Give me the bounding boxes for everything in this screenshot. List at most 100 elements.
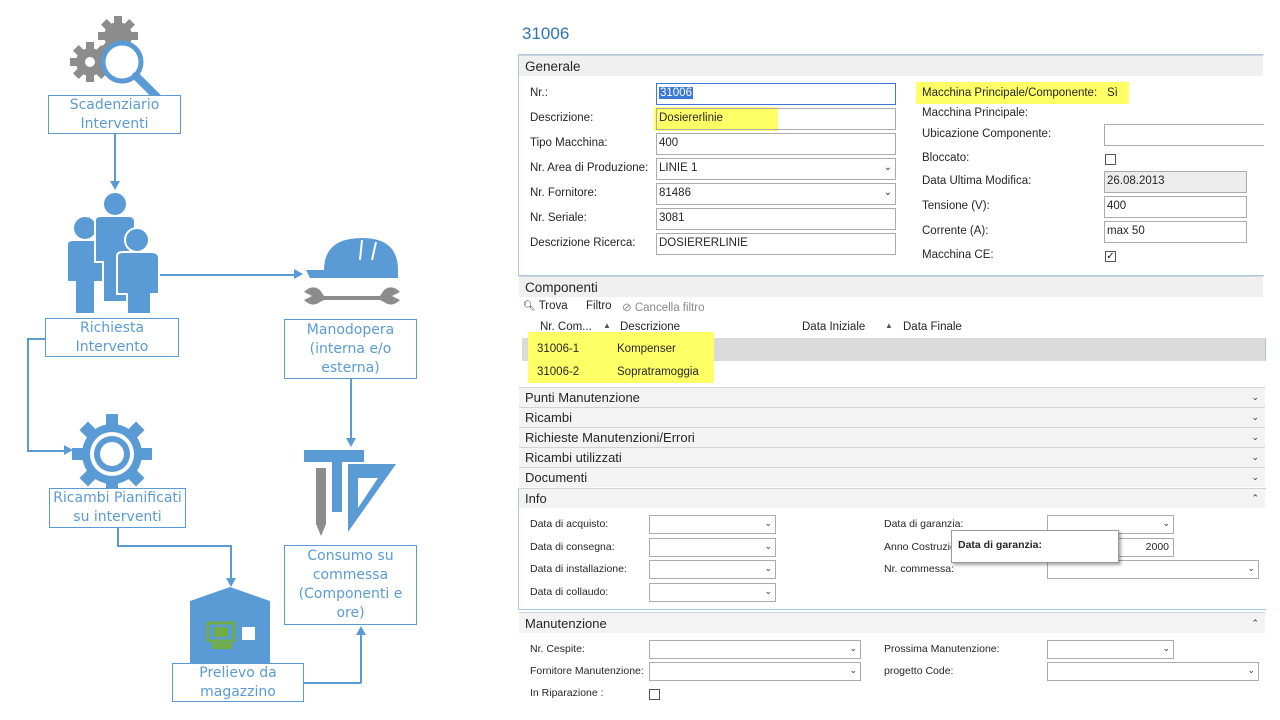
label-progetto-code: progetto Code: <box>884 665 954 677</box>
chevron-down-icon: ⌄ <box>1162 643 1170 653</box>
label-seriale: Nr. Seriale: <box>530 212 587 224</box>
corrente-field[interactable]: max 50 <box>1104 221 1247 243</box>
descrizione-ricerca-field[interactable]: DOSIERERLINIE <box>656 233 896 255</box>
row-2-desc[interactable]: Sopratramoggia <box>617 366 699 378</box>
fornitore-value: 81486 <box>659 187 691 199</box>
seriale-field[interactable]: 3081 <box>656 208 896 230</box>
section-documenti-label: Documenti <box>525 470 588 485</box>
warehouse-icon <box>190 587 270 663</box>
nr-cespite-select[interactable]: ⌄ <box>649 640 861 659</box>
hardhat-wrench-icon <box>304 238 400 305</box>
chevron-up-icon: ⌃ <box>1251 617 1259 628</box>
chevron-down-icon: ⌄ <box>764 541 772 551</box>
label-prossima-manutenzione: Prossima Manutenzione: <box>884 643 1000 655</box>
area-produzione-select[interactable]: LINIE 1 ⌄ <box>656 158 896 180</box>
label-data-collaudo: Data di collaudo: <box>530 586 609 598</box>
flow-box-prelievo: Prelievo da magazzino <box>172 663 304 702</box>
chevron-down-icon: ⌄ <box>849 665 857 675</box>
label-fornitore: Nr. Fornitore: <box>530 187 598 199</box>
label-data-consegna: Data di consegna: <box>530 541 615 553</box>
label-descrizione-ricerca: Descrizione Ricerca: <box>530 237 636 249</box>
chevron-down-icon: ⌄ <box>1251 472 1259 482</box>
label-corrente: Corrente (A): <box>922 225 989 237</box>
progetto-code-select[interactable]: ⌄ <box>1047 662 1259 681</box>
label-tensione: Tensione (V): <box>922 200 990 212</box>
prossima-manutenzione-select[interactable]: ⌄ <box>1047 640 1174 659</box>
pencil-ruler-triangle-icon <box>304 450 396 536</box>
section-manutenzione[interactable]: Manutenzione ⌃ <box>519 612 1265 633</box>
filtro-button[interactable]: Filtro <box>586 300 612 312</box>
flow-box-scadenziario: Scadenziario Interventi <box>48 95 181 134</box>
section-componenti[interactable]: Componenti <box>519 276 1263 297</box>
bloccato-checkbox[interactable] <box>1105 154 1116 165</box>
label-in-riparazione: In Riparazione : <box>530 687 604 699</box>
area-produzione-value: LINIE 1 <box>659 162 698 174</box>
section-info-label: Info <box>525 491 547 506</box>
data-collaudo-select[interactable]: ⌄ <box>649 583 776 602</box>
chevron-down-icon: ⌄ <box>1251 452 1259 462</box>
descrizione-field[interactable]: Dosiererlinie <box>656 108 896 130</box>
chevron-down-icon: ⌄ <box>883 162 892 173</box>
label-nr: Nr.: <box>530 87 548 99</box>
ultima-modifica-field: 26.08.2013 <box>1104 171 1247 193</box>
flow-box-ricambi-pianificati: Ricambi Pianificati su interventi <box>49 488 186 528</box>
chevron-down-icon: ⌄ <box>1247 563 1255 573</box>
label-nr-commessa: Nr. commessa: <box>884 563 955 575</box>
chevron-down-icon: ⌄ <box>1251 432 1259 442</box>
chevron-down-icon: ⌄ <box>764 518 772 528</box>
row-1-nr[interactable]: 31006-1 <box>537 343 579 355</box>
flow-box-manodopera: Manodopera (interna e/o esterna) <box>284 319 417 379</box>
label-nr-cespite: Nr. Cespite: <box>530 643 585 655</box>
flow-box-consumo: Consumo su commessa (Componenti e ore) <box>284 545 417 625</box>
componenti-toolbar: 🔍︎ Trova Filtro ⊘ Cancella filtro <box>519 297 1263 317</box>
label-data-installazione: Data di installazione: <box>530 563 627 575</box>
label-principale-componente: Macchina Principale/Componente: <box>922 87 1098 99</box>
tooltip-data-garanzia: Data di garanzia: <box>951 530 1119 563</box>
data-acquisto-select[interactable]: ⌄ <box>649 515 776 534</box>
section-documenti[interactable]: Documenti ⌄ <box>519 467 1265 487</box>
tensione-field[interactable]: 400 <box>1104 196 1247 218</box>
trova-button[interactable]: 🔍︎ Trova <box>523 300 568 312</box>
label-anno-costruzione: Anno Costruzio <box>884 541 956 553</box>
cancella-filtro-button[interactable]: ⊘ Cancella filtro <box>622 300 705 314</box>
label-macchina-ce: Macchina CE: <box>922 249 994 261</box>
principale-componente-value[interactable]: Sì <box>1107 87 1118 99</box>
macchina-ce-checkbox[interactable]: ✓ <box>1105 251 1116 262</box>
col-data-iniziale[interactable]: Data Iniziale <box>802 321 865 333</box>
chevron-down-icon: ⌄ <box>1251 392 1259 402</box>
section-ricambi[interactable]: Ricambi ⌄ <box>519 407 1265 427</box>
section-ricambi-label: Ricambi <box>525 410 572 425</box>
chevron-down-icon: ⌄ <box>1247 665 1255 675</box>
fornitore-manutenzione-select[interactable]: ⌄ <box>649 662 861 681</box>
nr-field-selected-text: 31006 <box>659 87 693 99</box>
row-1-desc[interactable]: Kompenser <box>617 343 676 355</box>
in-riparazione-checkbox[interactable] <box>649 689 660 700</box>
nr-field[interactable]: 31006 <box>656 83 896 105</box>
section-ricambi-utilizzati-label: Ricambi utilizzati <box>525 450 622 465</box>
flow-box-richiesta: Richiesta Intervento <box>45 318 179 357</box>
section-ricambi-utilizzati[interactable]: Ricambi utilizzati ⌄ <box>519 447 1265 467</box>
tipo-macchina-field[interactable]: 400 <box>656 133 896 155</box>
gear-icon <box>72 414 152 494</box>
section-generale-label: Generale <box>525 58 581 74</box>
clear-filter-icon: ⊘ <box>622 302 632 314</box>
section-generale[interactable]: Generale <box>519 55 1263 76</box>
label-macchina-principale: Macchina Principale: <box>922 107 1029 119</box>
chevron-down-icon: ⌄ <box>764 586 772 596</box>
fornitore-select[interactable]: 81486 ⌄ <box>656 183 896 205</box>
row-2-nr[interactable]: 31006-2 <box>537 366 579 378</box>
label-bloccato: Bloccato: <box>922 152 970 164</box>
section-richieste[interactable]: Richieste Manutenzioni/Errori ⌄ <box>519 427 1265 447</box>
sort-icon: ▲ <box>885 321 893 330</box>
col-data-finale[interactable]: Data Finale <box>903 321 962 333</box>
data-installazione-select[interactable]: ⌄ <box>649 560 776 579</box>
section-punti-manutenzione[interactable]: Punti Manutenzione ⌄ <box>519 387 1265 407</box>
section-info[interactable]: Info ⌃ <box>519 488 1265 508</box>
label-ubicazione: Ubicazione Componente: <box>922 128 1052 140</box>
section-punti-manutenzione-label: Punti Manutenzione <box>525 390 640 405</box>
ubicazione-field[interactable] <box>1104 124 1264 146</box>
label-ultima-modifica: Data Ultima Modifica: <box>922 175 1032 187</box>
chevron-down-icon: ⌄ <box>1162 518 1170 528</box>
label-fornitore-manutenzione: Fornitore Manutenzione: <box>530 665 644 677</box>
data-consegna-select[interactable]: ⌄ <box>649 538 776 557</box>
